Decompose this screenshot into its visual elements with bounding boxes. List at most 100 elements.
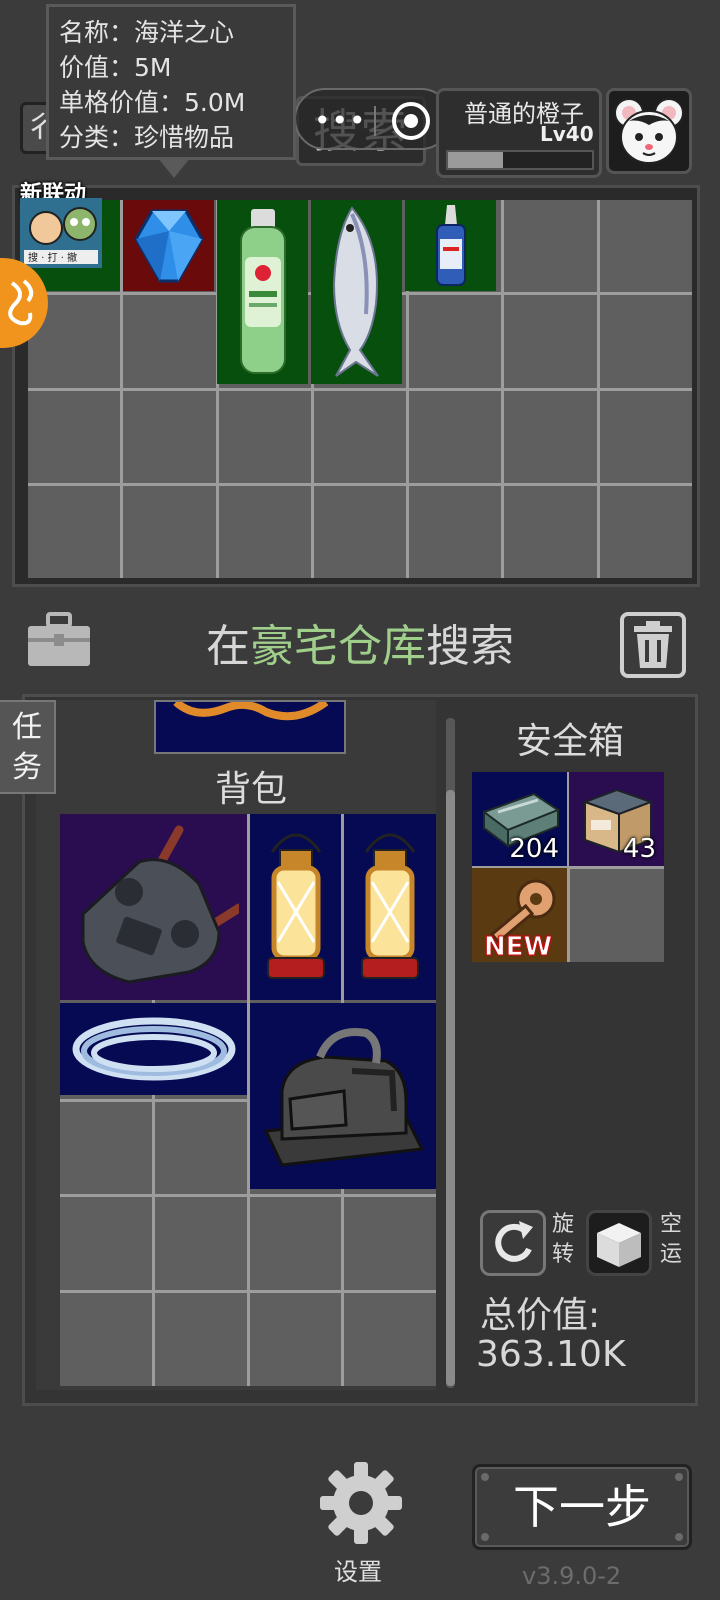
- item-lantern-2[interactable]: [344, 814, 436, 1000]
- rope-coil-icon: [173, 698, 329, 721]
- grid-cell[interactable]: [154, 1101, 247, 1195]
- location-prefix: 在: [206, 621, 250, 672]
- safe-item-qty: 204: [509, 834, 559, 864]
- item-heart-of-ocean[interactable]: [123, 200, 214, 291]
- grid-cell[interactable]: [344, 1197, 436, 1291]
- grid-cell[interactable]: [313, 485, 407, 578]
- xp-bar-fill: [448, 152, 503, 168]
- item-tactical-bag[interactable]: [250, 1003, 436, 1189]
- capsule-divider: [374, 106, 376, 136]
- grid-cell[interactable]: [599, 485, 692, 578]
- rivet: [675, 1533, 683, 1541]
- event-characters-icon: 搜 · 打 · 撤: [20, 198, 102, 268]
- total-value: 363.10K: [476, 1334, 626, 1375]
- airdrop-label: 空运: [660, 1212, 683, 1267]
- grid-cell[interactable]: [599, 295, 692, 388]
- grid-cell[interactable]: [409, 485, 502, 578]
- lantern-icon: [266, 833, 325, 979]
- grid-cell[interactable]: [218, 485, 311, 578]
- item-glue-bottle[interactable]: [405, 200, 496, 291]
- safe-item-key[interactable]: NEW: [472, 868, 567, 963]
- location-suffix: 搜索: [426, 621, 514, 672]
- grid-cell[interactable]: [504, 295, 597, 388]
- tooltip-pointer: [158, 158, 190, 178]
- player-avatar[interactable]: [606, 88, 692, 174]
- grid-cell[interactable]: [60, 1197, 152, 1291]
- grid-cell[interactable]: [123, 390, 216, 483]
- grid-cell[interactable]: [504, 200, 597, 293]
- item-tooltip: 名称：海洋之心 价值：5M 单格价值：5.0M 分类：珍惜物品: [46, 4, 296, 160]
- version-label: v3.9.0-2: [522, 1562, 622, 1590]
- rotate-icon: [495, 1221, 533, 1262]
- rivet: [675, 1473, 683, 1481]
- item-shampoo[interactable]: [217, 200, 308, 384]
- safe-box-title: 安全箱: [515, 721, 624, 762]
- airdrop-button[interactable]: [586, 1210, 652, 1276]
- grid-cell[interactable]: [218, 390, 311, 483]
- box-icon: [597, 1223, 641, 1267]
- grid-cell[interactable]: [504, 390, 597, 483]
- rivet: [481, 1533, 489, 1541]
- grid-cell[interactable]: [504, 485, 597, 578]
- player-level: Lv40: [540, 122, 594, 146]
- settings-button[interactable]: [318, 1460, 404, 1546]
- grid-cell[interactable]: [344, 1293, 436, 1386]
- grid-cell[interactable]: [599, 200, 692, 293]
- new-event-banner[interactable]: 搜 · 打 · 撤: [20, 198, 102, 268]
- tactical-bag-icon: [263, 1028, 425, 1167]
- grid-cell[interactable]: [123, 485, 216, 578]
- next-step-label: 下一步: [513, 1480, 651, 1534]
- safe-item-ammo[interactable]: 204: [472, 772, 567, 866]
- grid-cell[interactable]: [409, 295, 502, 388]
- tooltip-category: 分类：珍惜物品: [59, 123, 235, 152]
- grid-cell[interactable]: [28, 485, 121, 578]
- grid-cell[interactable]: [60, 1101, 152, 1195]
- grid-cell[interactable]: [154, 1197, 247, 1291]
- close-target-icon[interactable]: [392, 102, 430, 140]
- grid-cell[interactable]: [154, 1293, 247, 1386]
- grid-cell[interactable]: [599, 390, 692, 483]
- mouse-avatar-icon: [614, 98, 684, 164]
- remote-controller-icon: [81, 825, 239, 984]
- fish-icon: [332, 206, 379, 377]
- item-lantern-1[interactable]: [250, 814, 341, 1000]
- tooltip-name: 名称：海洋之心: [59, 18, 235, 47]
- trash-icon: [620, 612, 686, 678]
- location-place: 豪宅仓库: [250, 621, 426, 672]
- lantern-icon: [361, 833, 419, 979]
- trash-button[interactable]: [620, 612, 686, 678]
- tooltip-value: 价值：5M: [59, 53, 172, 82]
- task-tab[interactable]: 任 务: [0, 700, 56, 794]
- item-hose-coil[interactable]: [60, 1003, 247, 1095]
- rotate-button[interactable]: [480, 1210, 546, 1276]
- equipped-item-partial[interactable]: [154, 698, 346, 754]
- hose-coil-icon: [72, 1017, 235, 1081]
- grid-cell[interactable]: [249, 1293, 342, 1386]
- backpack-scrollbar-thumb[interactable]: [446, 790, 455, 1386]
- tooltip-unit-value: 单格价值：5.0M: [59, 88, 246, 117]
- more-icon[interactable]: •••: [314, 104, 367, 137]
- grid-cell[interactable]: [60, 1293, 152, 1386]
- safe-item-crate[interactable]: 43: [569, 772, 664, 866]
- task-tab-line1: 任: [12, 710, 42, 745]
- task-tab-line2: 务: [12, 750, 42, 785]
- grid-cell[interactable]: [569, 868, 664, 962]
- xp-bar: [446, 150, 594, 170]
- grid-cell[interactable]: [28, 390, 121, 483]
- blue-gem-icon: [133, 209, 204, 282]
- rotate-label: 旋转: [552, 1212, 575, 1267]
- grid-cell[interactable]: [409, 390, 502, 483]
- gear-icon: [320, 1462, 402, 1544]
- grid-cell[interactable]: [123, 295, 216, 388]
- mini-program-capsule[interactable]: •••: [294, 88, 452, 150]
- next-step-button[interactable]: 下一步: [472, 1464, 692, 1550]
- grid-cell[interactable]: [249, 1197, 342, 1291]
- rivet: [481, 1473, 489, 1481]
- safe-item-qty: 43: [622, 834, 656, 864]
- grid-cell[interactable]: [313, 390, 407, 483]
- item-fish[interactable]: [311, 200, 402, 384]
- total-value-label: 总价值:: [480, 1295, 601, 1336]
- swirl-icon: [8, 279, 34, 326]
- item-remote-controller[interactable]: [60, 814, 247, 1000]
- glue-bottle-icon: [435, 204, 466, 286]
